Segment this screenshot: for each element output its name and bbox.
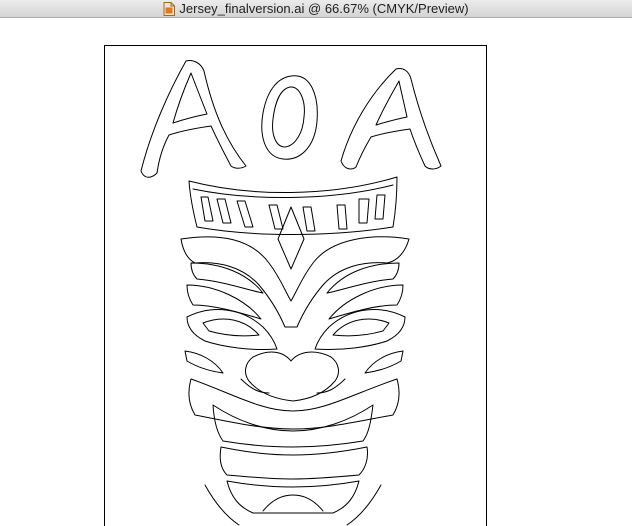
letter-o — [261, 75, 318, 160]
app-window: Jersey_finalversion.ai @ 66.67% (CMYK/Pr… — [0, 0, 632, 526]
tiki-mask-artwork[interactable] — [105, 46, 487, 526]
letter-a-left — [140, 60, 247, 178]
window-title: Jersey_finalversion.ai @ 66.67% (CMYK/Pr… — [179, 0, 469, 16]
window-titlebar[interactable]: Jersey_finalversion.ai @ 66.67% (CMYK/Pr… — [0, 0, 632, 18]
illustrator-document-icon — [163, 1, 176, 16]
document-canvas[interactable] — [0, 18, 632, 526]
letter-a-right — [340, 68, 442, 170]
artboard[interactable] — [104, 45, 487, 526]
aoa-lettering — [140, 60, 442, 178]
tiki-mask — [180, 176, 410, 526]
